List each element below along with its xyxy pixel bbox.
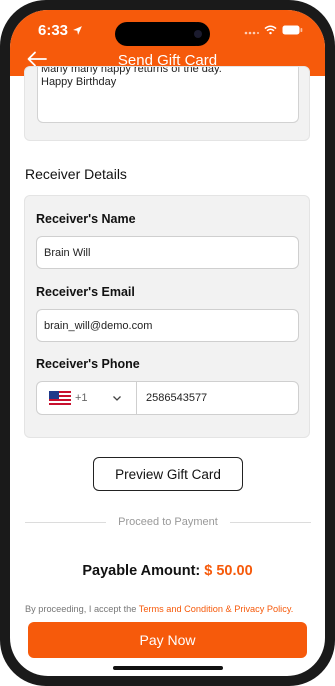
message-line-1: Many many happy returns of the day. — [41, 67, 222, 75]
message-card: Many many happy returns of the day. Happ… — [24, 66, 310, 141]
receiver-card: Receiver's Name Brain Will Receiver's Em… — [24, 195, 310, 438]
message-line-2: Happy Birthday — [41, 76, 117, 88]
divider-text: Proceed to Payment — [118, 516, 218, 528]
terms-link[interactable]: Terms and Condition & Privacy Policy. — [139, 604, 294, 614]
home-indicator — [113, 666, 223, 670]
wifi-icon — [264, 25, 277, 35]
silent-switch — [0, 108, 3, 134]
status-icons — [244, 25, 303, 35]
status-time-text: 6:33 — [38, 22, 69, 39]
receiver-email-input[interactable]: brain_will@demo.com — [36, 309, 299, 342]
country-code-dropdown[interactable]: +1 — [37, 382, 137, 414]
payable-amount: Payable Amount: $ 50.00 — [10, 563, 325, 579]
receiver-name-value: Brain Will — [44, 246, 91, 259]
message-textarea[interactable]: Many many happy returns of the day. Happ… — [37, 67, 299, 123]
pay-now-button[interactable]: Pay Now — [28, 622, 307, 658]
receiver-phone-input: +1 2586543577 — [36, 381, 299, 415]
phone-frame: 6:33 Send Gift Card Many many happy retu… — [0, 0, 335, 686]
receiver-name-input[interactable]: Brain Will — [36, 236, 299, 269]
country-code-text: +1 — [75, 392, 88, 404]
divider-line-right — [229, 521, 312, 523]
terms-prefix: By proceeding, I accept the — [25, 604, 139, 614]
battery-icon — [282, 25, 303, 35]
receiver-details-heading: Receiver Details — [25, 166, 127, 182]
receiver-name-label: Receiver's Name — [36, 212, 136, 226]
volume-down-button — [0, 210, 3, 258]
us-flag-icon — [49, 391, 71, 405]
receiver-email-value: brain_will@demo.com — [44, 319, 153, 332]
divider-line-left — [25, 521, 107, 523]
payable-value: $ 50.00 — [204, 563, 253, 579]
terms-text: By proceeding, I accept the Terms and Co… — [25, 604, 325, 614]
chevron-down-icon — [112, 396, 121, 401]
receiver-phone-value[interactable]: 2586543577 — [137, 392, 207, 404]
screen: 6:33 Send Gift Card Many many happy retu… — [10, 10, 325, 676]
receiver-phone-label: Receiver's Phone — [36, 357, 140, 371]
receiver-email-label: Receiver's Email — [36, 285, 135, 299]
status-time: 6:33 — [38, 22, 83, 39]
location-arrow-icon — [73, 26, 82, 35]
signal-icon — [244, 31, 259, 34]
preview-gift-card-button[interactable]: Preview Gift Card — [93, 457, 243, 491]
payable-label: Payable Amount: — [82, 563, 201, 579]
payment-divider: Proceed to Payment — [25, 515, 312, 529]
camera-icon — [186, 22, 210, 46]
volume-up-button — [0, 150, 3, 198]
